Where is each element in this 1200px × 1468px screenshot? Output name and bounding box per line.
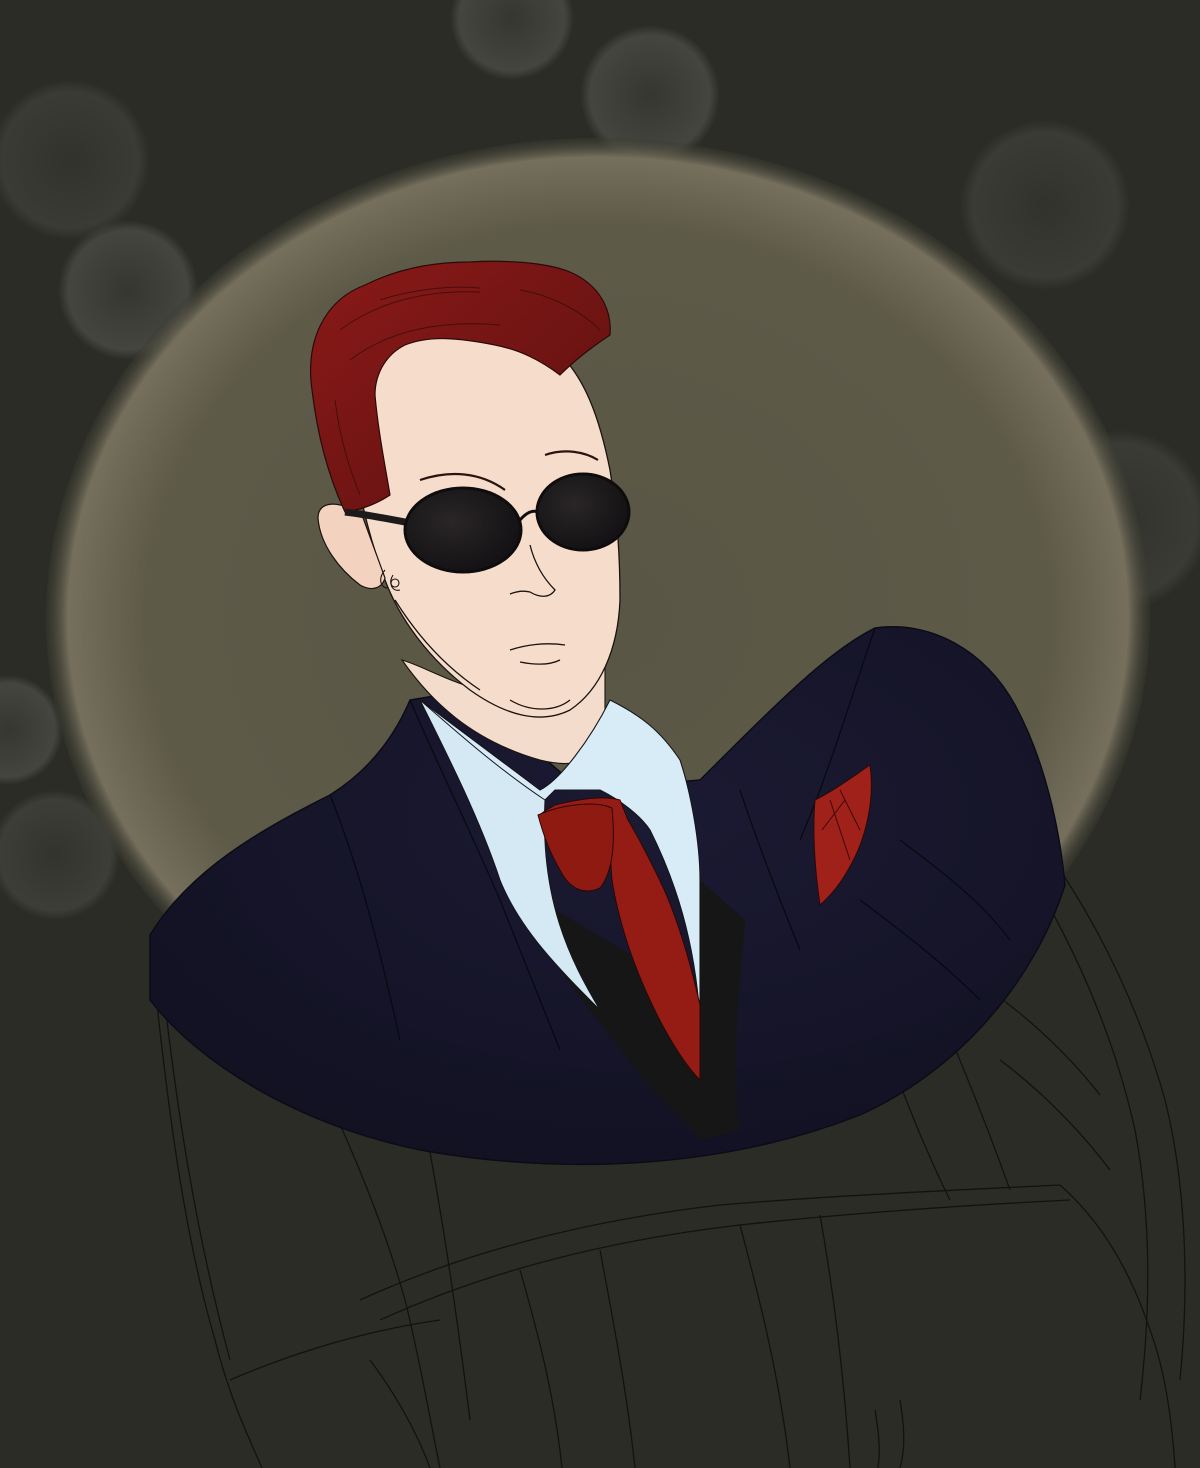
portrait-illustration [0, 0, 1200, 1468]
sunglasses-lens-left [403, 486, 523, 574]
sunglasses-lens-right [535, 472, 631, 552]
bokeh-light [960, 120, 1130, 290]
